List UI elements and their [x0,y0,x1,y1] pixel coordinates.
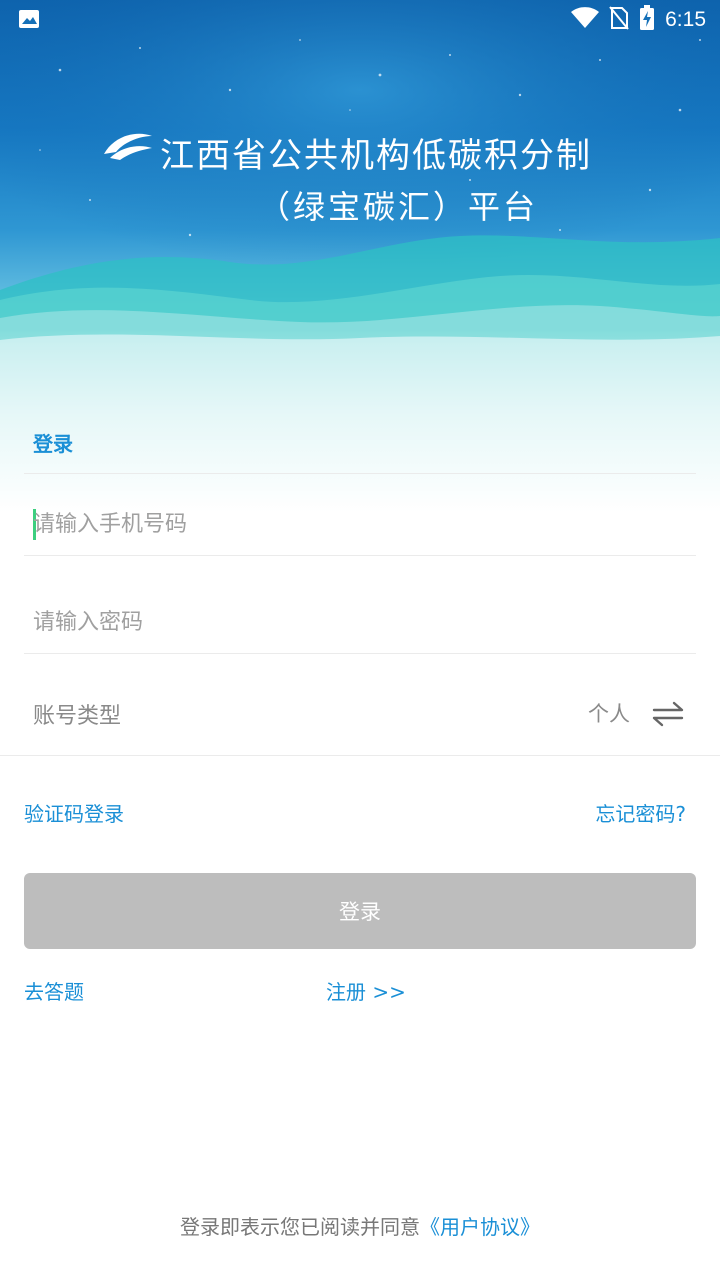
phone-input[interactable] [33,484,683,564]
divider [0,755,720,756]
battery-charging-icon [639,5,655,35]
divider [24,653,696,654]
account-type-row[interactable]: 账号类型 个人 [0,672,720,756]
divider [24,555,696,556]
forgot-password-link[interactable]: 忘记密码? [595,798,686,827]
wifi-icon [571,7,600,33]
divider [24,473,696,474]
status-bar: 6:15 [0,0,720,40]
agreement-prefix: 登录即表示您已阅读并同意 [180,1215,420,1239]
phone-field[interactable] [24,484,696,564]
quiz-link[interactable]: 去答题 [24,976,84,1005]
leaf-logo-icon [102,128,154,168]
login-button[interactable]: 登录 [24,873,696,949]
password-input[interactable] [33,582,683,662]
agreement-footer: 登录即表示您已阅读并同意《用户协议》 [0,1211,720,1240]
header-banner [0,0,720,512]
title-line-1: 江西省公共机构低碳积分制 [160,136,592,176]
status-time: 6:15 [665,8,706,31]
image-icon [18,9,40,33]
title-line-2: （绿宝碳汇）平台 [258,188,539,226]
swap-arrows-icon[interactable] [652,700,684,732]
sms-login-link[interactable]: 验证码登录 [24,798,124,827]
register-link[interactable]: 注册 >> [326,976,406,1005]
account-type-value[interactable]: 个人 [588,698,630,728]
banner-artwork [0,0,720,512]
login-tab-heading: 登录 [33,432,73,456]
account-type-label: 账号类型 [33,704,122,729]
user-agreement-link[interactable]: 《用户协议》 [420,1215,540,1239]
password-field[interactable] [24,582,696,662]
no-sim-icon [609,6,629,34]
